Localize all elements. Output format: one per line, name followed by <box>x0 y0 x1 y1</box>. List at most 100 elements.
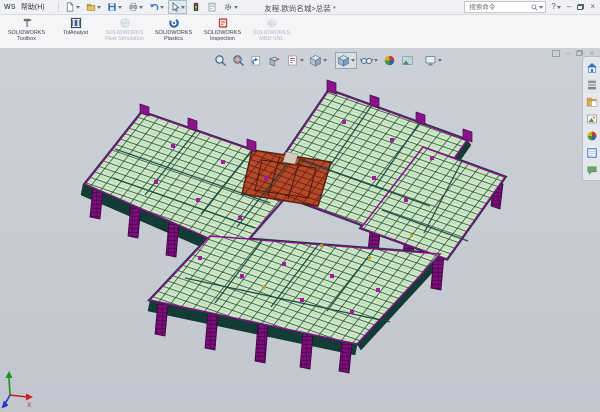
tab-file-explorer[interactable] <box>585 95 598 108</box>
task-pane-tabs <box>582 56 600 181</box>
view-settings-button[interactable] <box>422 52 444 69</box>
edit-appearance-icon <box>383 54 396 67</box>
previous-view-icon <box>250 54 263 67</box>
display-style-button[interactable] <box>335 52 357 69</box>
help-button[interactable]: ? <box>550 2 561 12</box>
dropdown-arrow-icon[interactable] <box>300 59 304 62</box>
orientation-triad: X <box>2 371 34 409</box>
ribbon-button-label: SOLIDWORKS Flow Simulation <box>100 30 149 42</box>
annotation-views-icon <box>286 54 299 67</box>
apply-scene-icon <box>401 54 414 67</box>
section-view-button[interactable] <box>266 52 283 69</box>
print-icon <box>128 2 138 12</box>
dropdown-arrow-icon[interactable] <box>97 6 101 9</box>
tab-solidworks-resources[interactable] <box>585 61 598 74</box>
restore-icon <box>577 4 584 10</box>
menu-help[interactable]: 帮助(H) <box>18 2 48 12</box>
ribbon-button-flow-simulation: SOLIDWORKS Flow Simulation <box>100 16 149 42</box>
open-button[interactable] <box>84 0 103 14</box>
view-orientation-button[interactable] <box>307 52 329 69</box>
toolbox-icon <box>21 17 33 29</box>
tab-design-library[interactable] <box>585 78 598 91</box>
display-style-icon <box>337 54 350 67</box>
ribbon-button-label: SOLIDWORKS MBD SNL <box>247 30 296 42</box>
dropdown-arrow-icon[interactable] <box>323 59 327 62</box>
dropdown-arrow-icon[interactable] <box>351 59 355 62</box>
view-orientation-icon <box>309 54 322 67</box>
options-button[interactable] <box>221 0 240 14</box>
ribbon-button-label: TolAnalyst <box>63 30 88 36</box>
gear-icon <box>223 2 233 12</box>
document-window-menu-icon[interactable] <box>552 50 560 57</box>
zoom-to-area-button[interactable] <box>230 52 247 69</box>
dropdown-arrow-icon[interactable] <box>160 6 164 9</box>
dropdown-arrow-icon[interactable] <box>118 6 122 9</box>
file-explorer-icon <box>586 96 598 108</box>
custom-properties-icon <box>586 147 598 159</box>
dropdown-arrow-icon[interactable] <box>438 59 442 62</box>
dropdown-arrow-icon[interactable] <box>181 6 185 9</box>
mbd-icon <box>266 17 278 29</box>
zoom-to-fit-button[interactable] <box>212 52 229 69</box>
search-input[interactable] <box>467 3 531 12</box>
new-button[interactable] <box>63 0 82 14</box>
apply-scene-button[interactable] <box>399 52 416 69</box>
triad-x-label: X <box>27 402 32 409</box>
tab-custom-properties[interactable] <box>585 146 598 159</box>
home-icon <box>586 62 598 74</box>
flow-simulation-icon <box>119 17 131 29</box>
rebuild-traffic-light-icon <box>191 2 201 12</box>
ribbon-button-label: SOLIDWORKS Toolbox <box>2 30 51 42</box>
tab-appearances-scenes[interactable] <box>585 129 598 142</box>
rebuild-button[interactable] <box>189 0 203 14</box>
search-box <box>464 1 546 13</box>
plastics-icon <box>168 17 180 29</box>
close-button[interactable]: × <box>589 2 596 12</box>
minimize-button[interactable]: – <box>566 2 572 12</box>
search-icon[interactable] <box>531 4 538 11</box>
dynamic-annotation-views-button[interactable] <box>284 52 306 69</box>
zoom-to-fit-icon <box>214 54 227 67</box>
new-document-icon <box>65 2 75 12</box>
restore-button[interactable] <box>576 4 585 10</box>
tolanalyst-icon <box>70 17 82 29</box>
section-view-icon <box>268 54 281 67</box>
formwork-model[interactable] <box>81 80 505 373</box>
search-dropdown-arrow-icon[interactable] <box>539 6 543 9</box>
undo-button[interactable] <box>147 0 166 14</box>
dropdown-arrow-icon[interactable] <box>139 6 143 9</box>
previous-view-button[interactable] <box>248 52 265 69</box>
appearances-ball-icon <box>586 130 598 142</box>
document-minimize-button[interactable]: – <box>566 49 570 58</box>
dropdown-arrow-icon[interactable] <box>234 6 238 9</box>
graphics-viewport[interactable]: X – × <box>0 48 600 412</box>
ribbon-button-tolanalyst[interactable]: TolAnalyst <box>51 16 100 36</box>
zoom-to-area-icon <box>232 54 245 67</box>
select-button[interactable] <box>168 0 187 14</box>
tab-solidworks-forum[interactable] <box>585 163 598 176</box>
file-properties-button[interactable] <box>205 0 219 14</box>
ribbon-button-toolbox[interactable]: SOLIDWORKS Toolbox <box>2 16 51 42</box>
heads-up-view-toolbar <box>212 52 444 69</box>
open-folder-icon <box>86 2 96 12</box>
ribbon-button-inspection[interactable]: SOLIDWORKS Inspection <box>198 16 247 42</box>
forum-bubble-icon <box>586 164 598 176</box>
document-restore-button[interactable] <box>576 50 583 56</box>
save-icon <box>107 2 117 12</box>
print-button[interactable] <box>126 0 145 14</box>
dropdown-arrow-icon[interactable] <box>374 59 378 62</box>
file-properties-icon <box>207 2 217 12</box>
view-settings-icon <box>424 54 437 67</box>
3d-model-view[interactable]: X <box>0 48 600 412</box>
undo-icon <box>149 2 159 12</box>
dropdown-arrow-icon[interactable] <box>557 6 561 9</box>
edit-appearance-button[interactable] <box>381 52 398 69</box>
ribbon-button-plastics[interactable]: SOLIDWORKS Plastics <box>149 16 198 42</box>
addins-ribbon: SOLIDWORKS Toolbox TolAnalyst SOLIDWORKS… <box>0 15 600 49</box>
solidworks-window: WS 帮助(H) <box>0 0 600 412</box>
dropdown-arrow-icon[interactable] <box>76 6 80 9</box>
ribbon-button-label: SOLIDWORKS Inspection <box>198 30 247 42</box>
hide-show-items-button[interactable] <box>358 52 380 69</box>
tab-view-palette[interactable] <box>585 112 598 125</box>
save-button[interactable] <box>105 0 124 14</box>
